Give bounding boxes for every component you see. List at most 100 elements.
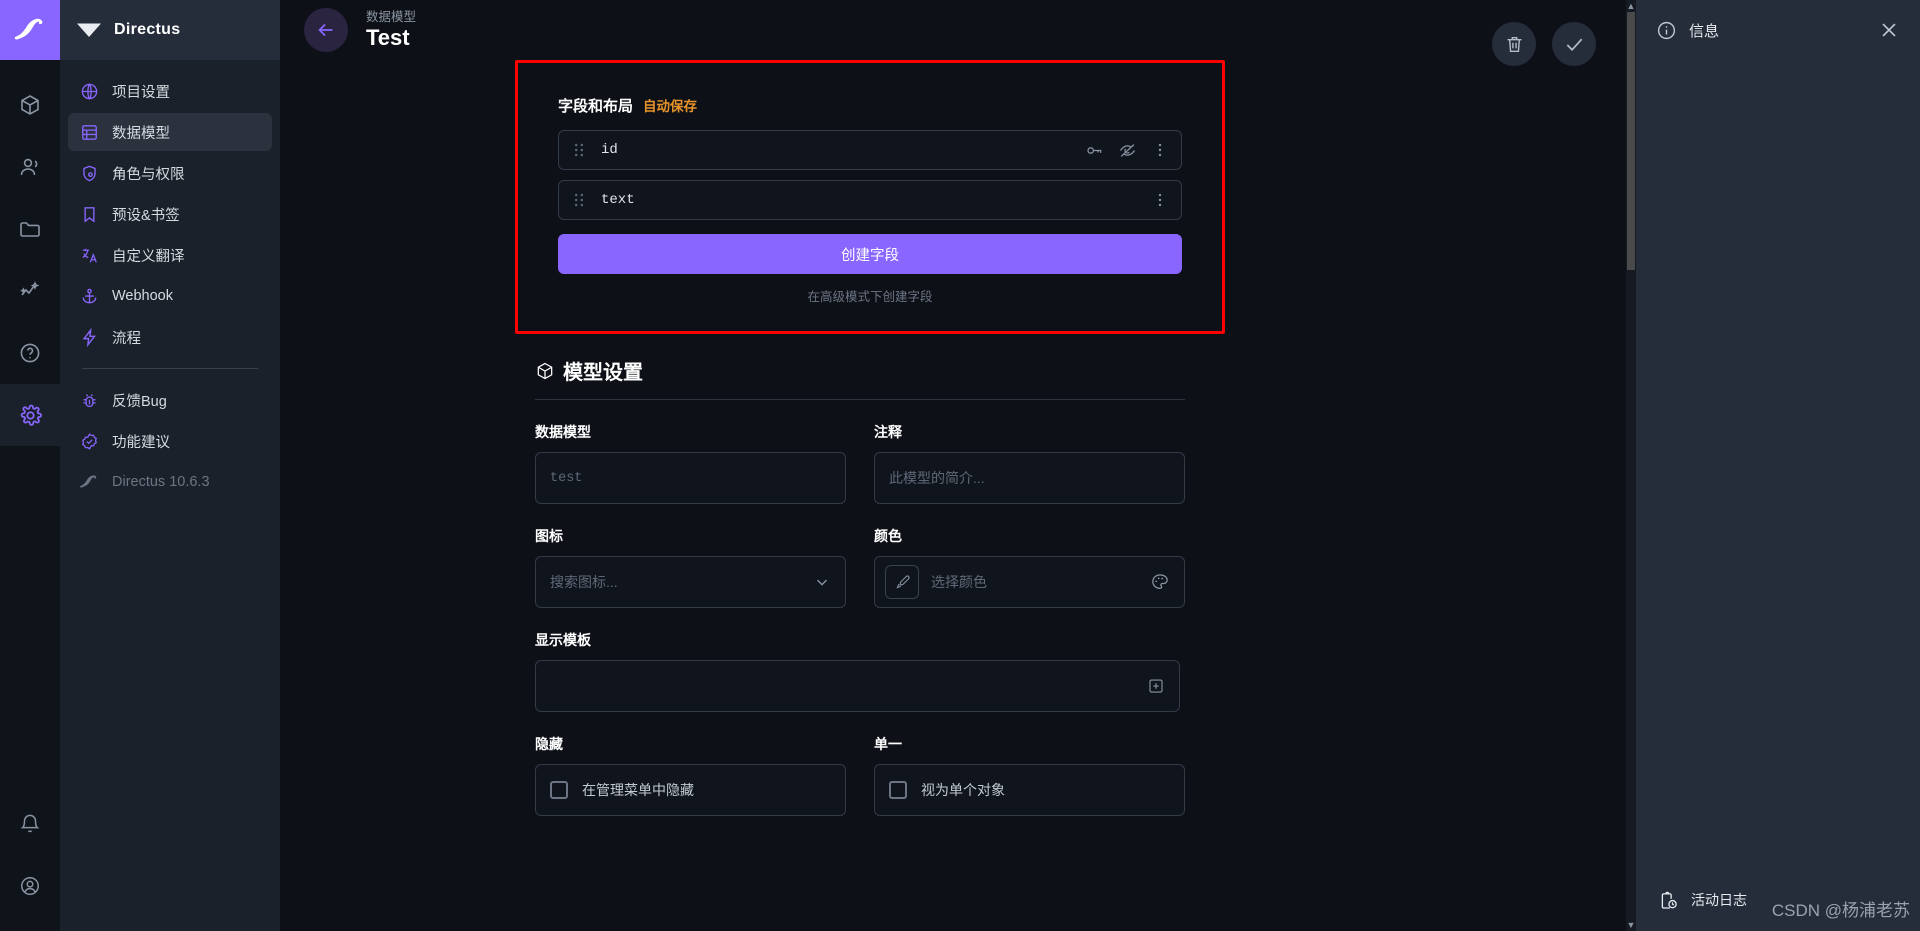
field-row[interactable]: id xyxy=(558,130,1182,170)
back-button[interactable] xyxy=(304,8,348,52)
bolt-icon xyxy=(78,326,100,348)
breadcrumb[interactable]: 数据模型 xyxy=(366,10,416,25)
gear-icon xyxy=(18,403,43,428)
sidebar-item-flows[interactable]: 流程 xyxy=(68,318,272,356)
sidebar-items: 项目设置 数据模型 角色与权限 预设&书签 自定义翻译 Webhook 流程 反… xyxy=(60,60,280,504)
clipboard-clock-icon xyxy=(1658,890,1679,911)
sidebar-item-presets-bookmarks[interactable]: 预设&书签 xyxy=(68,195,272,233)
collection-field-group: 数据模型 test xyxy=(535,422,846,504)
singleton-field-group: 单一 视为单个对象 xyxy=(874,734,1185,816)
close-icon[interactable] xyxy=(1878,19,1900,41)
header-titles: 数据模型 Test xyxy=(366,10,416,51)
sidebar-item-label: 数据模型 xyxy=(112,125,170,142)
field-row[interactable]: text xyxy=(558,180,1182,220)
section-title: 模型设置 xyxy=(563,362,643,384)
hidden-checkbox-row[interactable]: 在管理菜单中隐藏 xyxy=(535,764,846,816)
sidebar-item-label: 自定义翻译 xyxy=(112,248,185,265)
singleton-checkbox-row[interactable]: 视为单个对象 xyxy=(874,764,1185,816)
rail-item-users[interactable] xyxy=(0,136,60,198)
sidebar-item-label: 功能建议 xyxy=(112,434,170,451)
drawer-title: 信息 xyxy=(1689,22,1720,40)
sidebar-divider xyxy=(82,368,258,369)
more-vertical-icon[interactable] xyxy=(1151,141,1169,159)
info-drawer: 信息 活动日志 CSDN @杨浦老苏 xyxy=(1636,0,1920,931)
rail-item-account[interactable] xyxy=(0,855,60,917)
section-divider xyxy=(535,399,1185,400)
drag-handle-icon[interactable] xyxy=(573,192,585,208)
icon-placeholder: 搜索图标... xyxy=(550,574,618,590)
auto-save-badge: 自动保存 xyxy=(643,99,698,114)
model-settings-section: 模型设置 数据模型 test 注释 此模型的简介... 图标 搜索图标... 颜… xyxy=(535,356,1185,816)
rail-item-help[interactable] xyxy=(0,322,60,384)
trash-icon xyxy=(1504,34,1525,55)
field-row-icons xyxy=(1085,141,1169,160)
watermark: CSDN @杨浦老苏 xyxy=(1771,901,1910,920)
icon-label: 图标 xyxy=(535,528,563,544)
collection-input[interactable]: test xyxy=(535,452,846,504)
sidebar-item-feature-request[interactable]: 功能建议 xyxy=(68,422,272,460)
color-label: 颜色 xyxy=(874,528,902,544)
rail-item-settings[interactable] xyxy=(0,384,60,446)
sidebar-item-custom-translations[interactable]: 自定义翻译 xyxy=(68,236,272,274)
sidebar-title: Directus xyxy=(114,21,181,38)
checkbox-icon[interactable] xyxy=(550,781,568,799)
main-scrollbar[interactable]: ▲ ▼ xyxy=(1626,0,1636,931)
help-icon xyxy=(18,341,42,365)
eye-off-icon[interactable] xyxy=(1118,141,1137,160)
globe-icon xyxy=(78,80,100,102)
rail-item-content[interactable] xyxy=(0,74,60,136)
add-box-icon[interactable] xyxy=(1147,677,1165,695)
box-icon xyxy=(535,361,555,381)
drag-handle-icon[interactable] xyxy=(573,142,585,158)
eyedropper-icon[interactable] xyxy=(885,565,919,599)
scroll-down-arrow[interactable]: ▼ xyxy=(1627,919,1636,931)
settings-row-2: 图标 搜索图标... 颜色 选择颜色 xyxy=(535,526,1185,608)
sidebar-item-report-bug[interactable]: 反馈Bug xyxy=(68,381,272,419)
key-icon[interactable] xyxy=(1085,141,1104,160)
color-placeholder: 选择颜色 xyxy=(931,574,987,590)
rail-item-notifications[interactable] xyxy=(0,793,60,855)
display-template-input[interactable] xyxy=(535,660,1180,712)
checkbox-icon[interactable] xyxy=(889,781,907,799)
rail-item-insights[interactable] xyxy=(0,260,60,322)
directus-mark-icon xyxy=(76,20,102,40)
header-actions xyxy=(1492,22,1596,66)
chevron-down-icon[interactable] xyxy=(813,573,831,591)
anchor-icon xyxy=(78,285,100,307)
scrollbar-thumb[interactable] xyxy=(1627,12,1635,270)
create-field-button[interactable]: 创建字段 xyxy=(558,234,1182,274)
sidebar-item-label: 反馈Bug xyxy=(112,393,167,410)
rail-item-files[interactable] xyxy=(0,198,60,260)
palette-icon[interactable] xyxy=(1150,572,1170,592)
directus-logo[interactable] xyxy=(0,0,60,60)
advanced-create-field-link[interactable]: 在高级模式下创建字段 xyxy=(558,286,1182,305)
delete-button[interactable] xyxy=(1492,22,1536,66)
directus-logo-icon xyxy=(78,471,100,493)
sidebar-item-project-settings[interactable]: 项目设置 xyxy=(68,72,272,110)
page-title: Test xyxy=(366,24,410,50)
badge-check-icon xyxy=(78,430,100,452)
display-template-label: 显示模板 xyxy=(535,632,591,648)
note-placeholder: 此模型的简介... xyxy=(889,470,985,486)
sidebar-item-roles-permissions[interactable]: 角色与权限 xyxy=(68,154,272,192)
more-vertical-icon[interactable] xyxy=(1151,191,1169,209)
fields-panel-title: 字段和布局 xyxy=(558,98,634,115)
account-icon xyxy=(19,875,41,897)
field-row-icons xyxy=(1151,191,1169,209)
save-button[interactable] xyxy=(1552,22,1596,66)
sidebar-item-webhook[interactable]: Webhook xyxy=(68,277,272,315)
sidebar-item-version: Directus 10.6.3 xyxy=(68,463,272,501)
sidebar-item-data-model[interactable]: 数据模型 xyxy=(68,113,272,151)
table-icon xyxy=(78,121,100,143)
sidebar-item-label: Directus 10.6.3 xyxy=(112,474,210,490)
color-input[interactable]: 选择颜色 xyxy=(874,556,1185,608)
collection-label: 数据模型 xyxy=(535,424,591,440)
scroll-up-arrow[interactable]: ▲ xyxy=(1627,0,1636,12)
rail-icon-list xyxy=(0,60,60,446)
icon-select[interactable]: 搜索图标... xyxy=(535,556,846,608)
bell-icon xyxy=(19,813,41,835)
note-label: 注释 xyxy=(874,424,902,440)
note-input[interactable]: 此模型的简介... xyxy=(874,452,1185,504)
translate-icon xyxy=(78,244,100,266)
page-content: 字段和布局 自动保存 id text 创建字段 在高级模式下创建字段 模型设置 … xyxy=(280,60,1636,816)
